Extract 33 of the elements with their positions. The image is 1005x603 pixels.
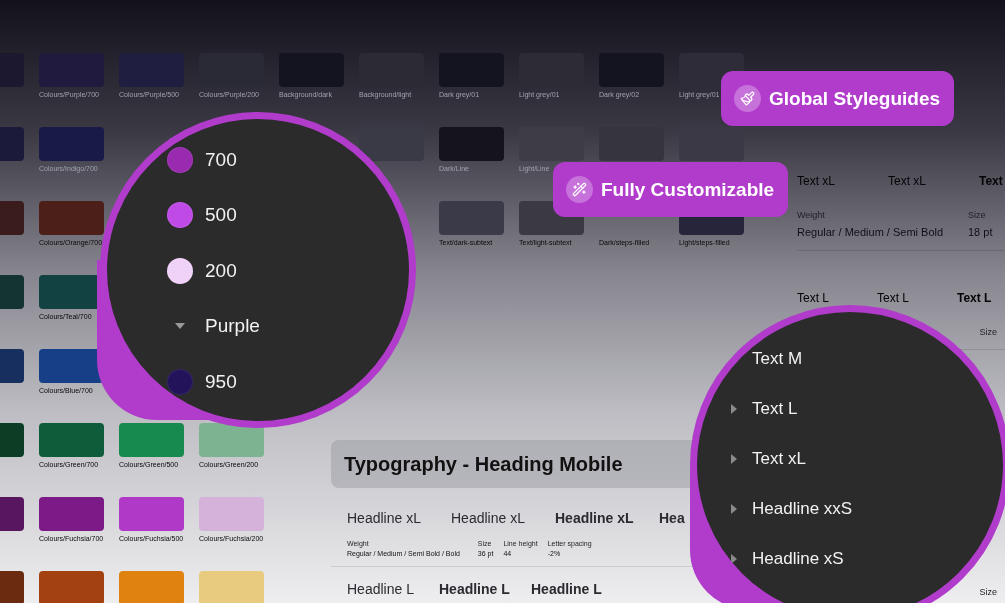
type-sample: Headline L: [439, 581, 511, 597]
layer-label[interactable]: Text M: [752, 349, 803, 369]
layer-label[interactable]: Headline xS: [752, 549, 844, 569]
meta-value: 18 pt: [968, 226, 993, 238]
layer-label[interactable]: Text xL: [752, 449, 806, 469]
type-sample: Text L: [877, 291, 910, 307]
type-sample: Text: [979, 174, 1004, 190]
type-sample: Headline xL: [555, 510, 635, 526]
type-sample: Headline L: [531, 581, 603, 597]
type-sample: Headline xL: [451, 510, 526, 526]
layer-label[interactable]: 500: [205, 204, 237, 227]
type-sample: Text xL: [797, 174, 836, 190]
badge-label: Global Styleguides: [769, 87, 941, 110]
type-sample: Text xL: [888, 174, 927, 190]
meta-label: Weight: [797, 210, 825, 220]
meta-value: Regular / Medium / Semi Bold: [797, 226, 944, 238]
layer-label[interactable]: 700: [205, 148, 237, 171]
layer-label[interactable]: Purple: [205, 315, 260, 338]
layer-label[interactable]: 200: [205, 259, 237, 282]
type-sample: Headline L: [347, 581, 415, 597]
paintbrush-icon: [734, 85, 761, 112]
type-sample: Headline xL: [347, 510, 422, 526]
type-sample: Text L: [797, 291, 830, 307]
layer-label[interactable]: 950: [205, 370, 237, 393]
meta-label: Size: [979, 587, 997, 597]
badge-label: Fully Customizable: [601, 178, 775, 201]
meta-label: Size: [968, 210, 986, 220]
layer-label[interactable]: Text L: [752, 399, 798, 419]
meta-label: Size: [979, 327, 997, 337]
magic-wand-icon: [566, 176, 593, 203]
layer-label[interactable]: Headline xxS: [752, 499, 853, 519]
type-sample: Text L: [957, 291, 993, 307]
type-sample: Hea: [659, 510, 686, 526]
